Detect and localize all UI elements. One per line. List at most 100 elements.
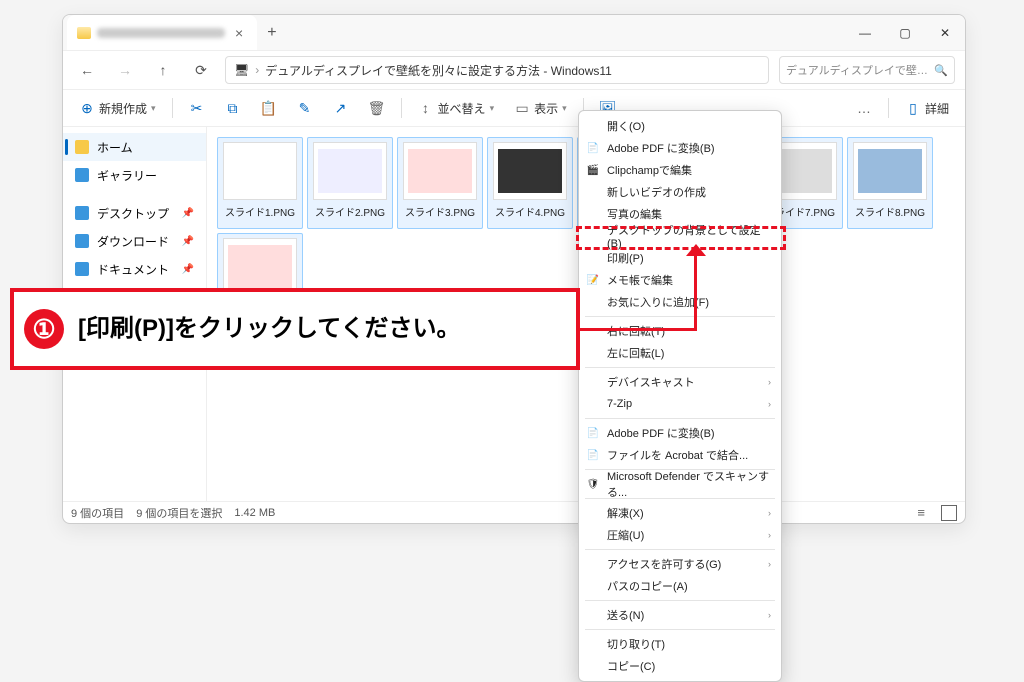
details-label: 詳細 xyxy=(925,100,949,117)
ctx-acrobat-combine[interactable]: 📄ファイルを Acrobat で結合... xyxy=(579,444,781,466)
ctx-compress[interactable]: 圧縮(U)› xyxy=(579,524,781,546)
thumbnail xyxy=(493,142,567,200)
rename-button[interactable]: ✎ xyxy=(289,96,321,120)
details-pane-icon: ▯ xyxy=(905,100,921,116)
file-item[interactable]: スライド4.PNG xyxy=(487,137,573,229)
ctx-favorite[interactable]: お気に入りに追加(F) xyxy=(579,291,781,313)
breadcrumb-separator: › xyxy=(255,63,259,77)
file-item[interactable]: スライド3.PNG xyxy=(397,137,483,229)
search-icon: 🔍 xyxy=(934,64,948,77)
minimize-button[interactable]: — xyxy=(845,15,885,51)
chevron-down-icon: ▾ xyxy=(151,103,156,114)
ctx-clipchamp[interactable]: 🎬Clipchampで編集 xyxy=(579,159,781,181)
file-name: スライド8.PNG xyxy=(855,204,925,219)
toolbar: ⊕ 新規作成 ▾ ✂ ⧉ 📋 ✎ ↗ 🗑 ↕ 並べ替え ▾ ▭ 表示 ▾ 🖼 …… xyxy=(63,89,965,127)
ctx-adobe-pdf-2-icon: 📄 xyxy=(586,426,600,440)
sidebar-item-downloads-icon xyxy=(75,234,89,248)
sidebar-item-label: ギャラリー xyxy=(97,167,157,184)
ctx-extract[interactable]: 解凍(X)› xyxy=(579,502,781,524)
maximize-button[interactable]: ▢ xyxy=(885,15,925,51)
ctx-send-to[interactable]: 送る(N)› xyxy=(579,604,781,626)
ctx-adobe-pdf[interactable]: 📄Adobe PDF に変換(B) xyxy=(579,137,781,159)
tab-close-button[interactable]: × xyxy=(231,25,247,41)
sidebar-item-gallery[interactable]: ギャラリー xyxy=(63,161,206,189)
divider xyxy=(401,98,402,118)
ctx-item-label: Adobe PDF に変換(B) xyxy=(607,425,715,441)
refresh-button[interactable]: ⟳ xyxy=(187,56,215,84)
ctx-open[interactable]: 開く(O) xyxy=(579,115,781,137)
ctx-print[interactable]: 印刷(P) xyxy=(579,247,781,269)
new-tab-button[interactable]: + xyxy=(257,24,286,42)
forward-button[interactable]: → xyxy=(111,56,139,84)
selection-size: 1.42 MB xyxy=(234,507,275,519)
ctx-item-label: 7-Zip xyxy=(607,398,632,410)
arrow-vertical xyxy=(694,250,697,331)
paste-button[interactable]: 📋 xyxy=(253,96,285,120)
explorer-window: × + — ▢ ✕ ← → ↑ ⟳ 🖥 › デュアルディスプレイで壁紙を別々に設… xyxy=(62,14,966,524)
address-bar[interactable]: 🖥 › デュアルディスプレイで壁紙を別々に設定する方法 - Windows11 xyxy=(225,56,769,84)
window-tab[interactable]: × xyxy=(67,15,257,50)
ctx-rotate-right[interactable]: 右に回転(T) xyxy=(579,320,781,342)
sort-button[interactable]: ↕ 並べ替え ▾ xyxy=(410,96,503,121)
sidebar-item-desktop[interactable]: デスクトップ📌 xyxy=(63,199,206,227)
ctx-item-label: 右に回転(T) xyxy=(607,323,665,339)
ctx-separator xyxy=(585,367,775,368)
divider xyxy=(172,98,173,118)
file-item[interactable]: スライド2.PNG xyxy=(307,137,393,229)
sidebar-item-home[interactable]: ホーム xyxy=(63,133,206,161)
file-name: スライド1.PNG xyxy=(225,204,295,219)
tab-title-blurred xyxy=(97,28,225,38)
search-box[interactable]: デュアルディスプレイで壁紙を別々に設定 🔍 xyxy=(779,56,955,84)
up-button[interactable]: ↑ xyxy=(149,56,177,84)
search-placeholder: デュアルディスプレイで壁紙を別々に設定 xyxy=(786,62,928,78)
copy-icon: ⧉ xyxy=(225,100,241,116)
list-view-icon[interactable]: ≡ xyxy=(917,505,925,520)
cut-button[interactable]: ✂ xyxy=(181,96,213,120)
sidebar-item-documents[interactable]: ドキュメント📌 xyxy=(63,255,206,283)
share-button[interactable]: ↗ xyxy=(325,96,357,120)
context-menu: 開く(O) 📄 Adobe PDF に変換(B) 🎬Clipchampで編集新しいビデ… xyxy=(578,110,782,682)
copy-button[interactable]: ⧉ xyxy=(217,96,249,120)
ctx-copy[interactable]: コピー(C) xyxy=(579,655,781,677)
grid-view-icon[interactable] xyxy=(941,505,957,521)
ctx-grant-access[interactable]: アクセスを許可する(G)› xyxy=(579,553,781,575)
chevron-down-icon: ▾ xyxy=(490,103,495,114)
scissors-icon: ✂ xyxy=(189,100,205,116)
ctx-new-video[interactable]: 新しいビデオの作成 xyxy=(579,181,781,203)
ctx-set-wallpaper[interactable]: デスクトップの背景として設定(B) xyxy=(579,225,781,247)
ctx-separator xyxy=(585,600,775,601)
file-name: スライド4.PNG xyxy=(495,204,565,219)
ctx-separator xyxy=(585,316,775,317)
sidebar-item-desktop-icon xyxy=(75,206,89,220)
close-window-button[interactable]: ✕ xyxy=(925,15,965,51)
submenu-arrow-icon: › xyxy=(768,530,771,540)
new-button[interactable]: ⊕ 新規作成 ▾ xyxy=(71,96,164,121)
ctx-acrobat-combine-icon: 📄 xyxy=(586,448,600,462)
details-pane-button[interactable]: ▯ 詳細 xyxy=(897,96,957,121)
ctx-cast[interactable]: デバイスキャスト› xyxy=(579,371,781,393)
instruction-text: [印刷(P)]をクリックしてください。 xyxy=(78,313,461,345)
pc-icon: 🖥 xyxy=(234,63,249,77)
file-item[interactable]: スライド8.PNG xyxy=(847,137,933,229)
ctx-7zip[interactable]: 7-Zip› xyxy=(579,393,781,415)
ctx-item-label: 解凍(X) xyxy=(607,505,644,521)
ctx-item-label: パスのコピー(A) xyxy=(607,578,688,594)
sidebar-item-downloads[interactable]: ダウンロード📌 xyxy=(63,227,206,255)
ctx-rotate-left[interactable]: 左に回転(L) xyxy=(579,342,781,364)
delete-button[interactable]: 🗑 xyxy=(361,96,393,120)
ctx-cut[interactable]: 切り取り(T) xyxy=(579,633,781,655)
file-name: スライド2.PNG xyxy=(315,204,385,219)
more-button[interactable]: … xyxy=(848,96,880,120)
back-button[interactable]: ← xyxy=(73,56,101,84)
ctx-copy-path[interactable]: パスのコピー(A) xyxy=(579,575,781,597)
clipboard-icon: 📋 xyxy=(261,100,277,116)
ctx-defender[interactable]: 🛡Microsoft Defender でスキャンする... xyxy=(579,473,781,495)
file-item[interactable]: スライド1.PNG xyxy=(217,137,303,229)
ctx-adobe-pdf-2[interactable]: 📄 Adobe PDF に変換(B) xyxy=(579,422,781,444)
ctx-notepad[interactable]: 📝メモ帳で編集 xyxy=(579,269,781,291)
ctx-item-label: メモ帳で編集 xyxy=(607,272,673,288)
ctx-separator xyxy=(585,549,775,550)
ctx-item-label: 切り取り(T) xyxy=(607,636,665,652)
ctx-adobe-pdf-icon: 📄 xyxy=(586,141,600,155)
view-button[interactable]: ▭ 表示 ▾ xyxy=(506,96,575,121)
